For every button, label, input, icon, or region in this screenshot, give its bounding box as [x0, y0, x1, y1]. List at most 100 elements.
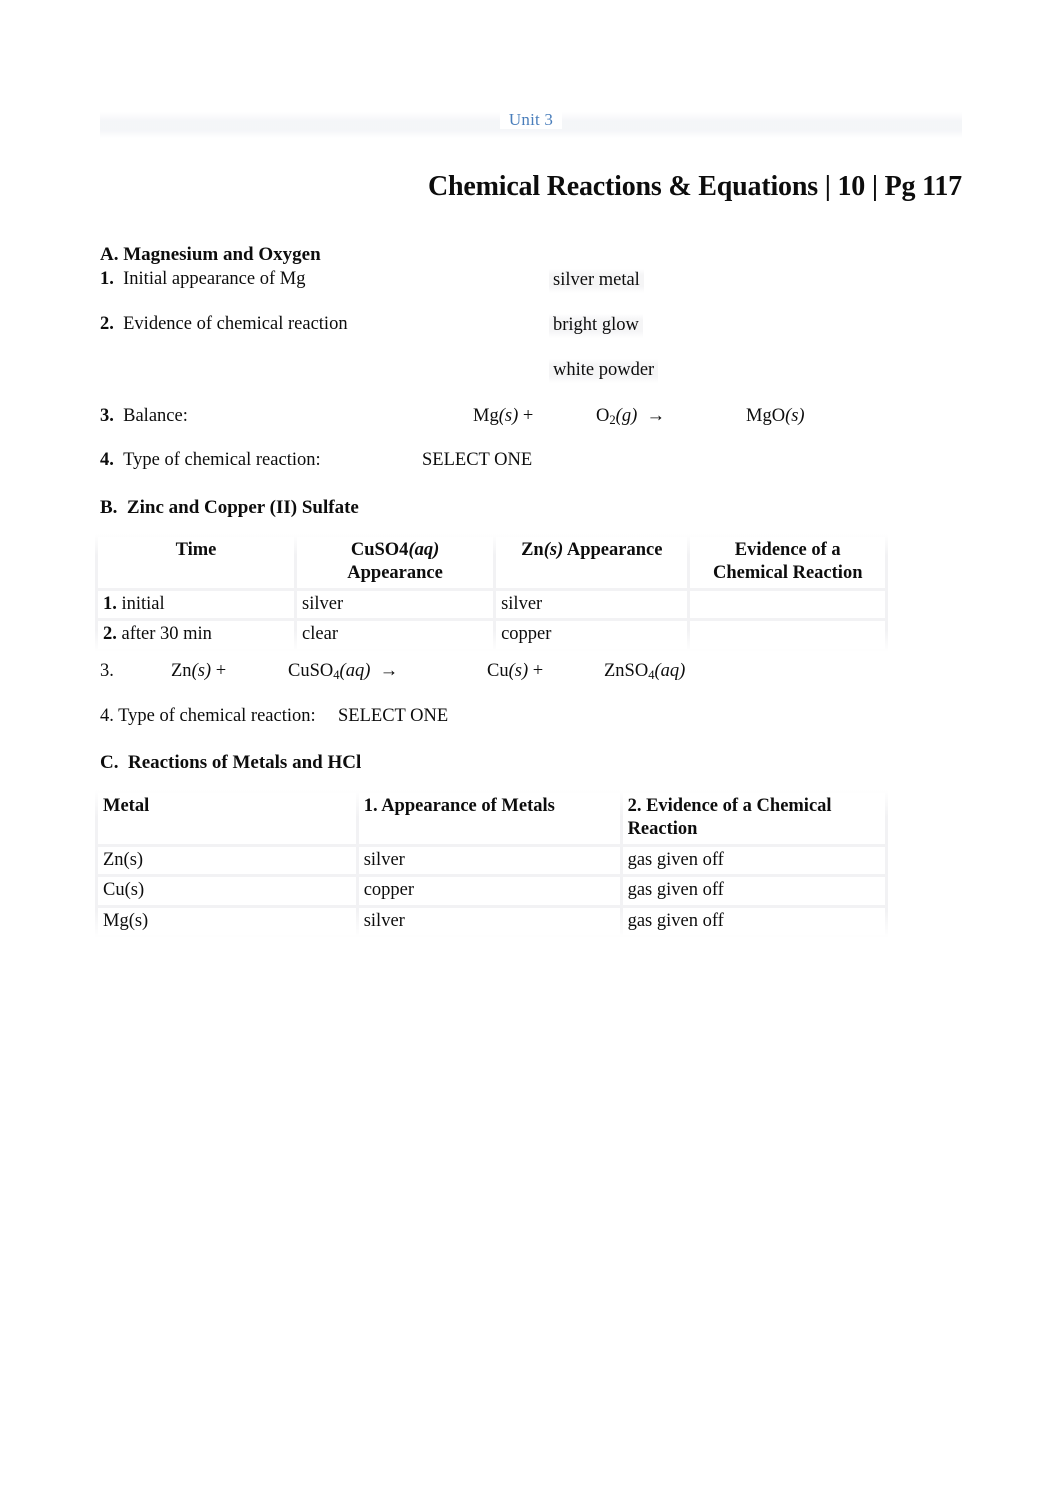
section-b-col-zn-state: (s): [543, 540, 564, 560]
section-b-col-evidence-line2: Chemical Reaction: [712, 563, 863, 584]
section-c-col-evidence: 2. Evidence of a Chemical Reaction: [622, 793, 885, 844]
section-b-row1-evidence[interactable]: [690, 590, 885, 619]
section-a-equation-part3: MgO(s): [746, 406, 805, 427]
table-row: Zn(s) silver gas given off: [98, 846, 885, 875]
document-page: Unit 3 Chemical Reactions & Equations | …: [0, 0, 1062, 1506]
section-b-row2-cuso4[interactable]: clear: [297, 621, 494, 649]
equation-b-plus-2: +: [532, 661, 544, 681]
section-b-table-wrapper: Time CuSO4(aq) Appearance Zn(s) Appearanc…: [95, 534, 888, 652]
equation-a-reactant-2-state: (g): [615, 406, 638, 426]
section-c-col-evidence-line1: 2. Evidence of a Chemical: [627, 796, 832, 816]
section-c-table: Metal 1. Appearance of Metals 2. Evidenc…: [95, 790, 888, 938]
section-c-row1-appearance[interactable]: silver: [358, 846, 620, 875]
section-b-equation-p1: Zn(s) +: [171, 661, 226, 682]
section-a-heading: A. Magnesium and Oxygen: [100, 244, 321, 265]
section-b-col-zn: Zn(s) Appearance: [496, 537, 688, 588]
section-b-col-cuso4: CuSO4(aq) Appearance: [297, 537, 494, 588]
equation-a-reactant-2: O: [596, 406, 610, 426]
equation-b-reactant-2-state: (aq): [339, 661, 371, 681]
section-c-heading: C. Reactions of Metals and HCl: [100, 752, 362, 773]
table-row: 1. initial silver silver: [98, 590, 885, 619]
section-b-row1-cuso4[interactable]: silver: [297, 590, 494, 619]
section-a-q2: 2. Evidence of chemical reaction: [100, 314, 348, 335]
section-c-row2-appearance[interactable]: copper: [358, 877, 620, 905]
section-c-row3-evidence[interactable]: gas given off: [622, 907, 885, 936]
section-a-q1-label: Initial appearance of Mg: [123, 269, 306, 289]
section-b-row2-evidence[interactable]: [690, 621, 885, 649]
section-a-q4: 4. Type of chemical reaction:: [100, 450, 321, 471]
section-b-col-zn-suffix: Appearance: [563, 540, 663, 560]
section-b-row2-time[interactable]: 2. after 30 min: [98, 621, 295, 649]
section-a-equation: Mg(s) +: [473, 406, 533, 427]
section-b-col-time-label: Time: [175, 540, 217, 560]
section-b-row1-time-label: initial: [121, 593, 165, 614]
equation-b-product-1: Cu: [487, 661, 509, 681]
section-a-q2-answer-field-2[interactable]: white powder: [549, 359, 659, 383]
header-unit: Unit 3: [0, 110, 1062, 130]
equation-a-reactant-1: Mg: [473, 406, 499, 426]
equation-a-product-1: MgO: [746, 406, 786, 426]
section-b-col-time: Time: [98, 537, 295, 588]
equation-b-product-2-state: (aq): [654, 661, 686, 681]
section-b-row2-number: 2.: [103, 624, 117, 645]
section-a-q3: 3. Balance:: [100, 406, 188, 427]
section-a-q4-number: 4.: [100, 450, 114, 470]
section-c-col-appearance: 1. Appearance of Metals: [358, 793, 620, 844]
section-b-q4-select[interactable]: SELECT ONE: [338, 706, 448, 727]
section-b-row1-zn[interactable]: silver: [496, 590, 688, 619]
section-b-table-body: 1. initial silver silver 2. after 30 min…: [98, 590, 885, 649]
section-c-table-head: Metal 1. Appearance of Metals 2. Evidenc…: [98, 793, 885, 844]
section-b-col-cuso4-line2: Appearance: [347, 563, 443, 584]
section-a-q1: 1. Initial appearance of Mg: [100, 269, 305, 290]
equation-b-reactant-2: CuSO: [288, 661, 334, 681]
section-a-q3-label: Balance:: [123, 406, 188, 426]
section-c-table-body: Zn(s) silver gas given off Cu(s) copper …: [98, 846, 885, 936]
section-b-equation-p2: CuSO4(aq) →: [288, 661, 398, 683]
equation-b-plus-1: +: [215, 661, 227, 681]
section-a-q4-label: Type of chemical reaction:: [123, 450, 321, 470]
table-header-row: Time CuSO4(aq) Appearance Zn(s) Appearanc…: [98, 537, 885, 588]
section-a-q2-number: 2.: [100, 314, 114, 334]
section-a-q2-answer-field-1[interactable]: bright glow: [549, 314, 643, 338]
equation-b-arrow: →: [379, 661, 399, 681]
equation-b-product-1-state: (s): [508, 661, 529, 681]
section-c-row3-appearance[interactable]: silver: [358, 907, 620, 936]
section-c-row2-evidence[interactable]: gas given off: [622, 877, 885, 905]
equation-a-product-1-state: (s): [785, 406, 805, 426]
section-a-q4-select[interactable]: SELECT ONE: [422, 450, 532, 471]
table-header-row: Metal 1. Appearance of Metals 2. Evidenc…: [98, 793, 885, 844]
section-b-row1-time[interactable]: 1. initial: [98, 590, 295, 619]
table-row: 2. after 30 min clear copper: [98, 621, 885, 649]
section-b-equation-p3: Cu(s) +: [487, 661, 543, 682]
section-a-equation-part2: O2(g) →: [596, 406, 665, 428]
section-a-q1-answer-field[interactable]: silver metal: [549, 269, 644, 293]
equation-a-reactant-1-state: (s): [498, 406, 519, 426]
equation-a-arrow: →: [646, 406, 666, 426]
section-c-col-appearance-label: 1. Appearance of Metals: [363, 796, 555, 816]
section-b-col-zn-formula: Zn: [521, 540, 544, 560]
section-b-q3-number: 3.: [100, 661, 114, 681]
section-a-q1-text: [114, 269, 123, 289]
section-c-col-metal: Metal: [98, 793, 356, 844]
section-b-row1-number: 1.: [103, 593, 117, 614]
section-c-row3-metal: Mg(s): [98, 907, 356, 936]
section-b-q4-label: 4. Type of chemical reaction:: [100, 706, 316, 726]
equation-b-product-2: ZnSO: [604, 661, 649, 681]
section-b-col-cuso4-formula: CuSO4: [350, 540, 409, 560]
section-c-col-metal-label: Metal: [103, 796, 150, 816]
section-a-q3-number: 3.: [100, 406, 114, 426]
section-c-row2-metal: Cu(s): [98, 877, 356, 905]
section-c-table-wrapper: Metal 1. Appearance of Metals 2. Evidenc…: [95, 790, 888, 939]
section-b-table: Time CuSO4(aq) Appearance Zn(s) Appearanc…: [95, 534, 888, 652]
section-b-col-cuso4-state: (aq): [408, 540, 440, 560]
equation-b-reactant-1: Zn: [171, 661, 192, 681]
section-b-row2-zn[interactable]: copper: [496, 621, 688, 649]
section-b-col-evidence-line1: Evidence of a: [734, 540, 841, 560]
equation-b-reactant-1-state: (s): [191, 661, 212, 681]
section-c-row1-evidence[interactable]: gas given off: [622, 846, 885, 875]
